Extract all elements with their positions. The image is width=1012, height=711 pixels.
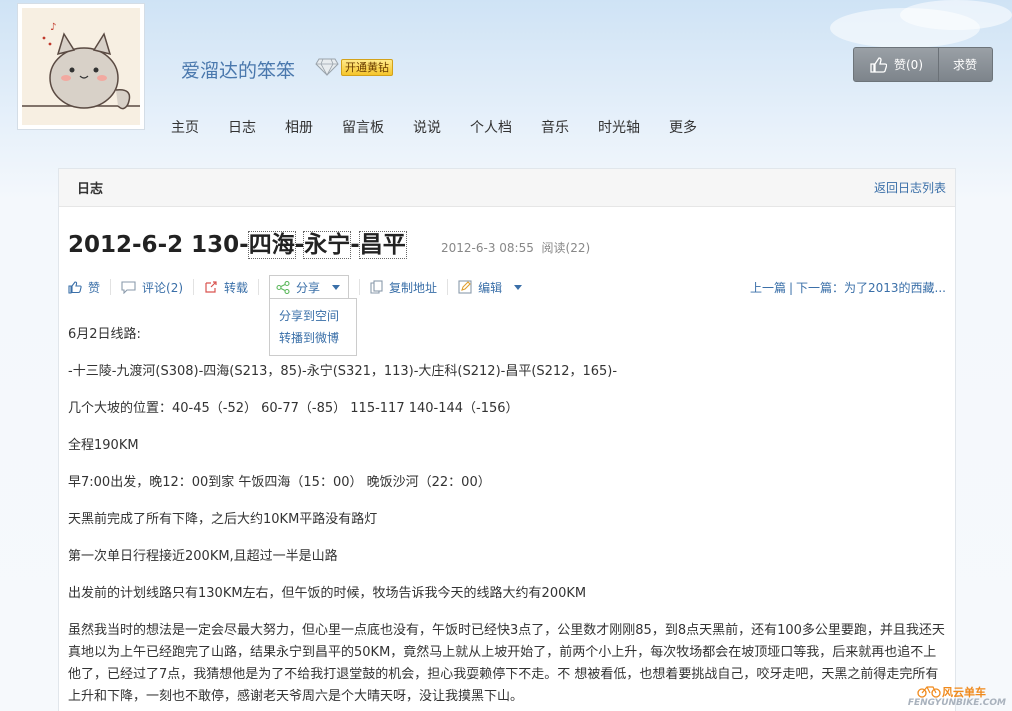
nav-item-blog[interactable]: 日志 — [228, 117, 256, 137]
post-title-seg3: 昌平 — [358, 231, 407, 259]
copy-address-label: 复制地址 — [389, 280, 438, 295]
nav-item-guestbook[interactable]: 留言板 — [342, 117, 384, 137]
watermark-logo: 风云单车 FENGYUNBIKE.COM — [884, 682, 1012, 711]
chevron-down-icon — [332, 285, 341, 290]
vip-badge[interactable]: 开通黄钻 — [341, 59, 393, 76]
diamond-icon[interactable] — [315, 58, 339, 76]
svg-text:♪: ♪ — [50, 22, 56, 33]
post-title-date: 2012-6-2 130- — [68, 232, 249, 258]
article-paragraph: 虽然我当时的想法是一定会尽最大努力，但心里一点底也没有，午饭时已经快3点了，公里… — [68, 623, 945, 704]
pagination-divider: | — [788, 281, 794, 295]
main-nav: 主页 日志 相册 留言板 说说 个人档 音乐 时光轴 更多 — [171, 117, 726, 137]
comment-label: 评论(2) — [142, 280, 184, 295]
copy-address-button[interactable]: 复制地址 — [370, 279, 437, 296]
like-post-button[interactable]: 赞 — [68, 279, 100, 296]
article-paragraph: -十三陵-九渡河(S308)-四海(S213，85)-永宁(S321，113)-… — [68, 364, 618, 379]
article-paragraph: 全程190KM — [68, 438, 139, 453]
article-paragraph: 天黑前完成了所有下降，之后大约10KM平路没有路灯 — [68, 512, 378, 527]
like-post-label: 赞 — [88, 280, 101, 295]
like-button[interactable]: 赞(0) — [854, 48, 939, 81]
nav-item-more[interactable]: 更多 — [669, 117, 697, 137]
share-to-weibo-item[interactable]: 转播到微博 — [279, 327, 356, 349]
panel-title: 日志 — [77, 182, 104, 197]
nav-item-profile[interactable]: 个人档 — [470, 117, 512, 137]
toolbar-divider — [110, 279, 112, 295]
post-meta: 2012-6-3 08:55 阅读(22) — [441, 239, 590, 256]
repost-icon — [205, 281, 217, 293]
panel-header: 日志 返回日志列表 — [59, 169, 955, 207]
blog-panel: 日志 返回日志列表 2012-6-2 130-四海-永宁-昌平 2012-6-3… — [58, 168, 956, 711]
edit-button[interactable]: 编辑 — [458, 279, 523, 296]
thumbs-up-icon — [870, 56, 887, 73]
edit-label: 编辑 — [478, 280, 503, 295]
toolbar-divider — [447, 279, 449, 295]
avatar-image: ♪ — [22, 8, 140, 125]
article-paragraph: 早7:00出发，晚12：00到家 午饭四海（15：00） 晚饭沙河（22：00） — [68, 475, 491, 490]
ask-like-button[interactable]: 求赞 — [939, 56, 977, 73]
share-dropdown: 分享 分享到空间 转播到微博 — [269, 275, 358, 356]
bicycle-icon — [917, 686, 941, 698]
nav-item-shuoshuo[interactable]: 说说 — [413, 117, 441, 137]
share-button[interactable]: 分享 — [269, 275, 350, 299]
article-paragraph: 出发前的计划线路只有130KM左右，但午饭的时候，牧场告诉我今天的线路大约有20… — [68, 586, 587, 601]
post-title-seg2: 永宁 — [303, 231, 352, 259]
share-menu: 分享到空间 转播到微博 — [269, 298, 358, 356]
article-body: 6月2日线路: -十三陵-九渡河(S308)-四海(S213，85)-永宁(S3… — [68, 324, 948, 711]
prev-post-link[interactable]: 上一篇 — [750, 281, 786, 295]
nav-item-music[interactable]: 音乐 — [541, 117, 569, 137]
background-cloud — [900, 0, 1012, 30]
copy-icon — [370, 280, 383, 294]
toolbar-divider — [258, 279, 260, 295]
like-widget: 赞(0) 求赞 — [853, 47, 993, 82]
article-paragraph: 第一次单日行程接近200KM,且超过一半是山路 — [68, 549, 338, 564]
share-icon — [276, 281, 290, 294]
repost-label: 转载 — [224, 280, 249, 295]
site-name[interactable]: 爱溜达的笨笨 — [181, 56, 295, 83]
toolbar-divider — [193, 279, 195, 295]
toolbar-divider — [359, 279, 361, 295]
edit-icon — [458, 280, 472, 294]
nav-item-timeline[interactable]: 时光轴 — [598, 117, 640, 137]
comment-button[interactable]: 评论(2) — [121, 279, 183, 296]
watermark-en-text: FENGYUNBIKE.COM — [907, 698, 1006, 708]
post-title-sep1: - — [294, 232, 305, 258]
article-paragraph: 几个大坡的位置：40-45（-52） 60-77（-85） 115-117 14… — [68, 401, 519, 416]
post-title-sep2: - — [350, 232, 360, 258]
thumbs-up-icon — [68, 280, 82, 294]
avatar[interactable]: ♪ — [17, 3, 145, 130]
nav-item-album[interactable]: 相册 — [285, 117, 313, 137]
post-date: 2012-6-3 08:55 — [441, 241, 534, 255]
post-pagination: 上一篇 | 下一篇：为了2013的西藏... — [750, 279, 946, 296]
next-post-link[interactable]: 下一篇：为了2013的西藏... — [796, 281, 946, 295]
comment-icon — [121, 280, 136, 294]
post-title-seg1: 四海 — [247, 231, 296, 259]
share-label: 分享 — [296, 281, 321, 295]
article-paragraph: 6月2日线路: — [68, 327, 141, 342]
like-count: 赞(0) — [894, 58, 923, 72]
share-to-qzone-item[interactable]: 分享到空间 — [279, 305, 356, 327]
chevron-down-icon[interactable] — [514, 284, 523, 290]
repost-button[interactable]: 转载 — [204, 279, 248, 296]
post-reads: 阅读(22) — [541, 241, 591, 255]
nav-item-home[interactable]: 主页 — [171, 117, 199, 137]
post-title: 2012-6-2 130-四海-永宁-昌平 — [68, 225, 407, 259]
back-to-list-link[interactable]: 返回日志列表 — [874, 179, 946, 196]
